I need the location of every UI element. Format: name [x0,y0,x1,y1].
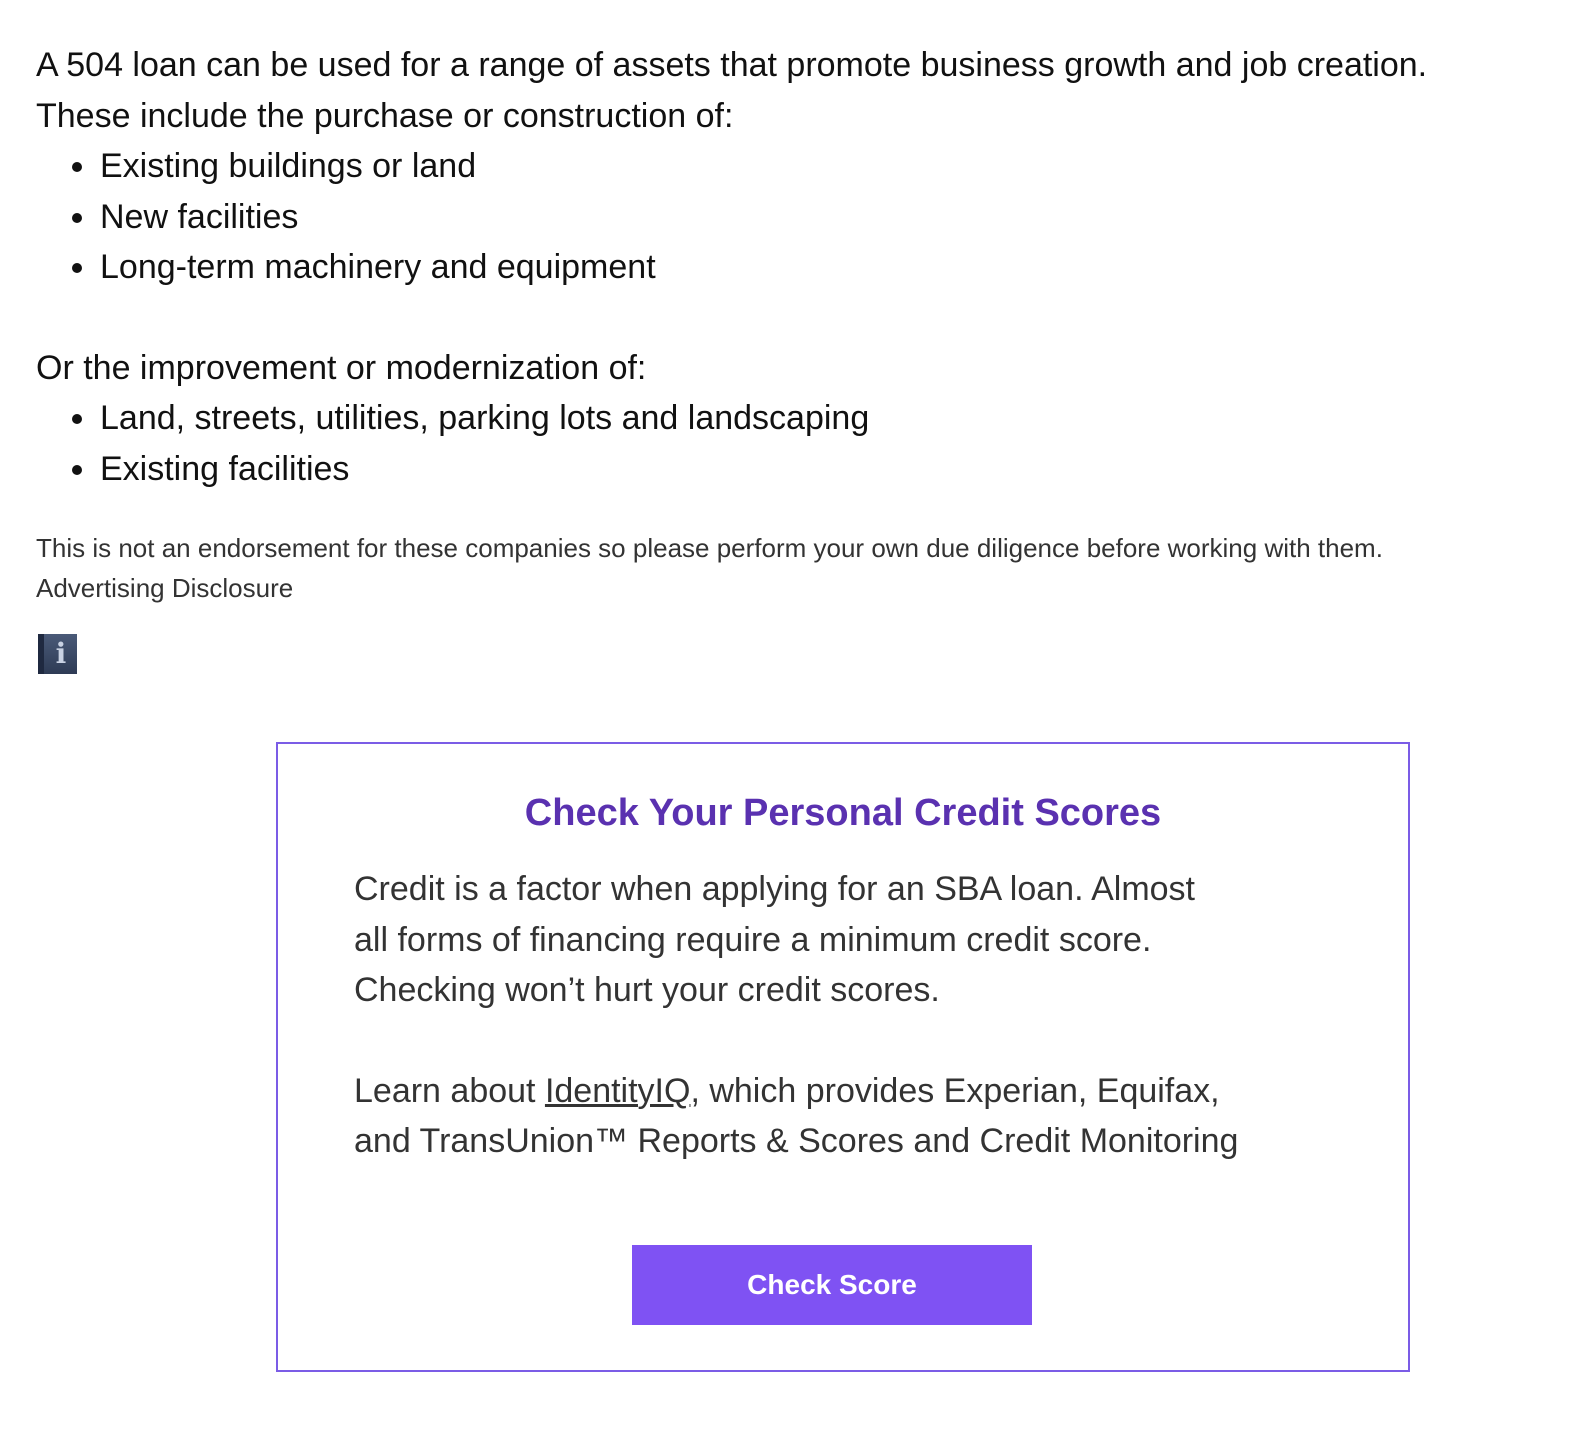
intro-line-1: A 504 loan can be used for a range of as… [36,46,1428,84]
credit-body-line: Checking won’t hurt your credit scores. [354,971,940,1009]
list-item: New facilities [72,192,1566,243]
credit-callout-body: Credit is a factor when applying for an … [354,864,1334,1167]
credit-callout-title: Check Your Personal Credit Scores [524,792,1162,834]
learn-about-line-2: and TransUnion™ Reports & Scores and Cre… [354,1122,1239,1160]
list-item: Existing facilities [72,444,1566,495]
learn-prefix: Learn about [354,1071,545,1110]
purchase-list: Existing buildings or land New facilitie… [36,141,1566,293]
improvement-list: Land, streets, utilities, parking lots a… [36,393,1566,494]
list-item: Existing buildings or land [72,141,1566,192]
disclaimer-text: This is not an endorsement for these com… [36,533,1383,563]
list-item: Long-term machinery and equipment [72,242,1566,293]
check-score-button[interactable]: Check Score [632,1245,1032,1325]
article-content: A 504 loan can be used for a range of as… [36,40,1566,608]
advertising-disclosure-link[interactable]: Advertising Disclosure [36,568,1566,608]
identityiq-link[interactable]: IdentityIQ [545,1072,691,1110]
info-icon[interactable]: i [38,634,77,674]
list-item: Land, streets, utilities, parking lots a… [72,393,1566,444]
intro-line-2: These include the purchase or constructi… [36,96,734,135]
learn-about-line: Learn about IdentityIQ, which provides E… [354,1066,1334,1117]
learn-suffix: , which provides Experian, Equifax, [690,1071,1220,1110]
credit-body-line: all forms of financing require a minimum… [354,920,1152,959]
credit-score-callout: Check Your Personal Credit Scores Credit… [276,742,1410,1372]
credit-body-line: Credit is a factor when applying for an … [354,870,1196,908]
info-icon-glyph: i [55,637,67,670]
improvement-heading: Or the improvement or modernization of: [36,348,647,387]
